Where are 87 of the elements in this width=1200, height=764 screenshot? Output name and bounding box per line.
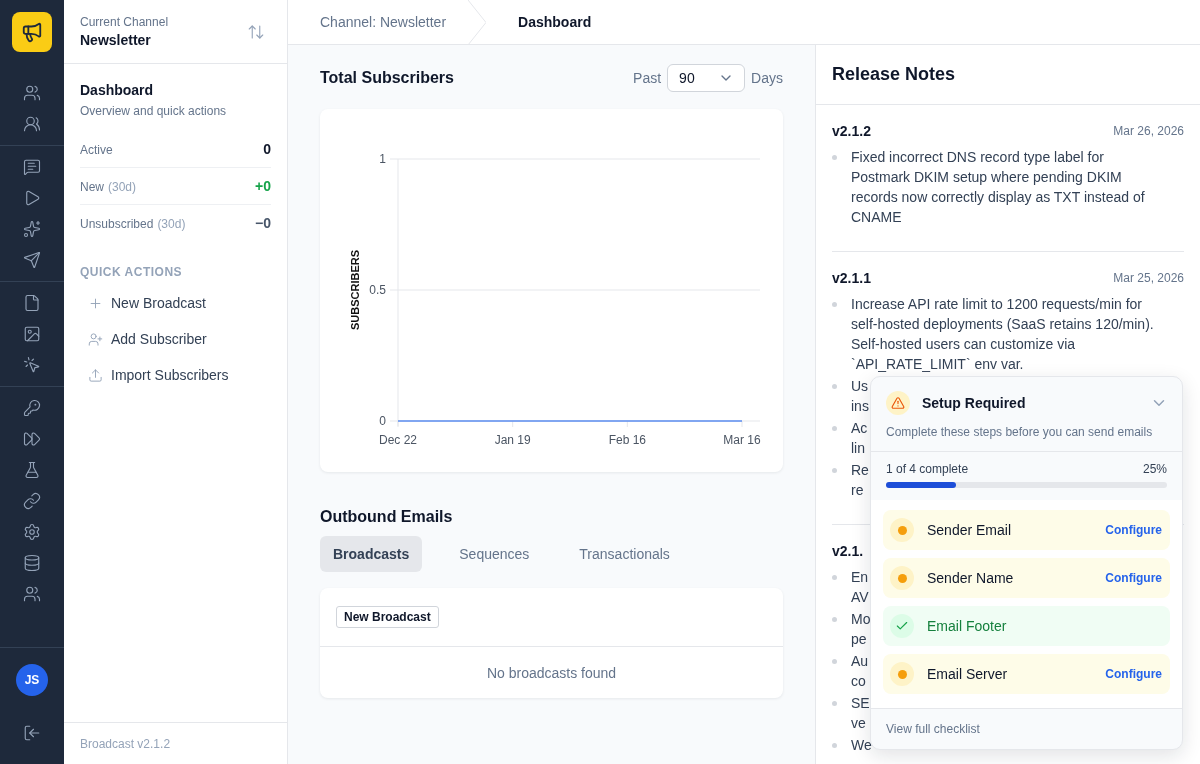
release-note-text: Au — [851, 652, 869, 671]
release-note-text: Re — [851, 461, 869, 480]
release-note-text: Fixed incorrect DNS record type label for Postmark DKIM setup where pending DKIM records now correctly display as TXT instead of CNAME — [851, 148, 1146, 227]
quick-action-link[interactable]: Import Subscribers — [80, 357, 237, 393]
stat-period: (30d) — [108, 180, 137, 194]
megaphone-logo[interactable] — [12, 12, 52, 52]
y-tick-label: 1 — [379, 152, 386, 166]
plus-icon — [88, 295, 103, 311]
section-heading: QUICK ACTIONS — [80, 265, 184, 279]
upload-icon — [88, 367, 103, 383]
release-note-text: AV — [851, 588, 869, 607]
quick-action-link[interactable]: New Broadcast — [80, 285, 214, 321]
popover-title: Setup Required — [922, 395, 1027, 411]
stat-label: Active — [80, 142, 113, 157]
tab[interactable]: Sequences — [446, 536, 543, 572]
range-prefix: Past — [633, 70, 662, 86]
version-heading: v2.1.1 — [832, 270, 871, 286]
stat-value: 0 — [263, 140, 271, 157]
link-icon[interactable] — [21, 490, 43, 512]
range-suffix: Days — [751, 70, 783, 86]
configure-link[interactable]: Configure — [1105, 523, 1162, 537]
configure-link[interactable]: Configure — [1105, 571, 1162, 585]
popover-subtitle: Complete these steps before you can send emails — [886, 425, 1154, 439]
step-label: Sender Name — [927, 570, 1015, 586]
sidebar-title: Dashboard — [80, 82, 155, 98]
panel-title: Release Notes — [832, 64, 956, 85]
days-select[interactable]: 90 — [667, 64, 746, 92]
release-note-text: ve — [851, 714, 867, 733]
pending-dot-icon — [890, 518, 914, 542]
switch-channel-icon[interactable] — [247, 22, 265, 41]
release-note-text: SE — [851, 694, 870, 713]
release-note-text: lin — [851, 439, 866, 458]
sidebar-subtitle: Overview and quick actions — [80, 104, 228, 118]
release-date: Mar 26, 2026 — [1113, 124, 1184, 138]
progress-text: 1 of 4 complete — [886, 462, 969, 476]
tab[interactable]: Transactionals — [566, 536, 683, 572]
release-note-text: ins — [851, 397, 869, 416]
tab[interactable]: Broadcasts — [320, 536, 423, 572]
x-tick-label: Jan 19 — [494, 433, 531, 447]
check-icon — [890, 614, 914, 638]
step-label: Sender Email — [927, 522, 1013, 538]
release-note-text: En — [851, 568, 869, 587]
release-note-text: Ac — [851, 419, 868, 438]
breadcrumb-link[interactable]: Channel: Newsletter — [288, 0, 469, 44]
pending-dot-icon — [890, 662, 914, 686]
channel-name: Newsletter — [80, 32, 152, 48]
version-heading: v2.1.2 — [832, 123, 871, 139]
y-tick-label: 0 — [379, 414, 386, 428]
release-note-text: Us — [851, 377, 869, 396]
pending-dot-icon — [890, 566, 914, 590]
version-heading: v2.1. — [832, 543, 864, 559]
stat-value: −0 — [255, 215, 271, 231]
channel-caption: Current Channel — [80, 15, 169, 29]
key-icon[interactable] — [21, 397, 43, 419]
release-note-text: We — [851, 736, 872, 755]
stat-label: New — [80, 180, 104, 194]
step-label: Email Server — [927, 666, 1009, 682]
stat-label: Unsubscribed — [80, 217, 154, 231]
checklist-link[interactable]: View full checklist — [871, 709, 1182, 749]
y-tick-label: 0.5 — [369, 283, 386, 297]
empty-message: No broadcasts found — [485, 664, 618, 683]
release-note-text: pe — [851, 630, 868, 649]
release-note-text: Mo — [851, 610, 871, 629]
y-axis-title: SUBSCRIBERS — [349, 249, 361, 331]
section-title: Outbound Emails — [320, 508, 454, 526]
configure-link[interactable]: Configure — [1105, 667, 1162, 681]
sparkles-icon[interactable] — [21, 218, 43, 240]
breadcrumb-link[interactable]: Dashboard — [486, 0, 614, 44]
add-user-icon — [88, 331, 103, 347]
stat-value: +0 — [255, 178, 271, 194]
x-tick-label: Feb 16 — [608, 433, 646, 447]
user-avatar[interactable]: JS — [16, 664, 48, 696]
section-title: Total Subscribers — [320, 69, 454, 87]
x-tick-label: Mar 16 — [723, 433, 761, 447]
step-label: Email Footer — [927, 618, 1008, 634]
release-note-text: Increase API rate limit to 1200 requests/min for self-hosted deployments (SaaS retains 120/min). Self-hosted users can customize via `API_RATE_LIMIT` env var. — [851, 295, 1155, 374]
version-label: Broadcast v2.1.2 — [64, 722, 287, 764]
release-date: Mar 25, 2026 — [1113, 271, 1184, 285]
release-note-text: re — [851, 481, 865, 500]
progress-percent: 25% — [1142, 462, 1167, 476]
release-note-text: co — [851, 672, 867, 691]
send-icon[interactable] — [21, 249, 43, 271]
quick-action-link[interactable]: Add Subscriber — [80, 321, 215, 357]
stat-period: (30d) — [157, 217, 186, 231]
warning-icon — [886, 391, 910, 415]
x-tick-label: Dec 22 — [379, 433, 417, 447]
new-broadcast-button[interactable]: New Broadcast — [336, 606, 439, 628]
